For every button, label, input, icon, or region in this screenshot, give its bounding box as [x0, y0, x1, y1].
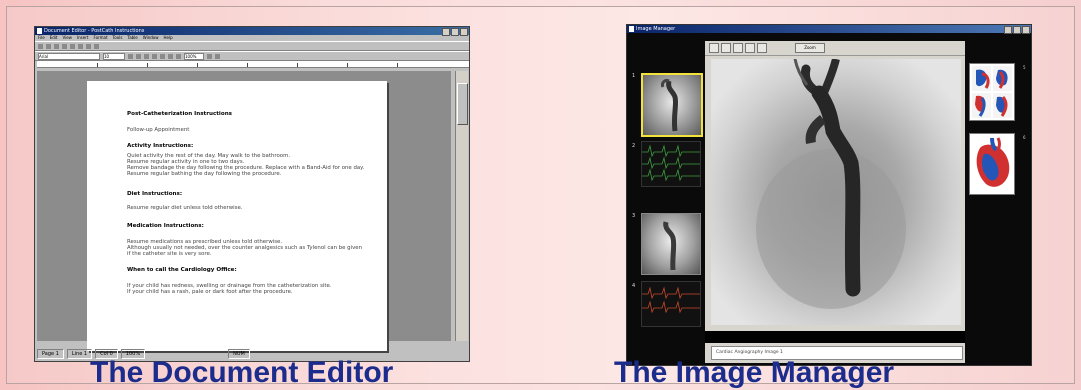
- menu-window[interactable]: Window: [143, 35, 159, 41]
- thumbnail-ecg[interactable]: [641, 141, 701, 187]
- close-button[interactable]: [1022, 26, 1030, 34]
- menu-help[interactable]: Help: [164, 35, 173, 41]
- format-toolbar: Arial 10 100%: [35, 51, 469, 61]
- thumb-number: 1: [632, 73, 636, 79]
- reference-number: 5: [1023, 65, 1026, 70]
- thumbnail-angiogram-selected[interactable]: [641, 73, 703, 137]
- image-manager-title: Image Manager: [636, 26, 676, 32]
- thumbnail-ecg[interactable]: [641, 281, 701, 327]
- image-manager-titlebar[interactable]: Image Manager: [627, 25, 1031, 34]
- doc-medication-heading: Medication Instructions:: [127, 223, 204, 229]
- app-icon: [629, 26, 634, 32]
- menu-edit[interactable]: Edit: [50, 35, 58, 41]
- doc-diet-line: Resume regular diet unless told otherwis…: [127, 205, 243, 211]
- zoom-select[interactable]: 100%: [184, 52, 204, 60]
- minimize-button[interactable]: [442, 28, 450, 36]
- menu-insert[interactable]: Insert: [77, 35, 88, 41]
- pointer-icon[interactable]: [709, 43, 719, 53]
- status-line: Line 1: [66, 349, 93, 359]
- rotate-icon[interactable]: [721, 43, 731, 53]
- doc-activity-line: Resume regular bathing the day following…: [127, 171, 282, 177]
- heart-diagram[interactable]: [969, 133, 1015, 195]
- document-area[interactable]: Post-Catheterization Instructions Follow…: [37, 71, 451, 351]
- minimize-button[interactable]: [1004, 26, 1012, 34]
- font-name-select[interactable]: Arial: [38, 52, 100, 60]
- invert-icon[interactable]: [745, 43, 755, 53]
- maximize-button[interactable]: [1013, 26, 1021, 34]
- doc-followup: Follow-up Appointment: [127, 127, 190, 133]
- align-center-icon[interactable]: [160, 53, 165, 59]
- doc-diet-heading: Diet Instructions:: [127, 191, 183, 197]
- ruler[interactable]: [37, 61, 469, 68]
- print-icon[interactable]: [62, 43, 67, 49]
- status-page: Page 1: [37, 349, 64, 359]
- document-page[interactable]: Post-Catheterization Instructions Follow…: [87, 81, 387, 351]
- menu-tools[interactable]: Tools: [113, 35, 123, 41]
- paste-icon[interactable]: [86, 43, 91, 49]
- undo-icon[interactable]: [94, 43, 99, 49]
- flip-icon[interactable]: [733, 43, 743, 53]
- thumbnail-column: 1 2 3 4: [627, 35, 703, 365]
- italic-icon[interactable]: [136, 53, 141, 59]
- bullets-icon[interactable]: [176, 53, 181, 59]
- thumb-number: 2: [632, 143, 636, 149]
- copy-icon[interactable]: [78, 43, 83, 49]
- new-icon[interactable]: [38, 43, 43, 49]
- scrollbar-thumb[interactable]: [457, 83, 468, 125]
- menu-table[interactable]: Table: [127, 35, 137, 41]
- image-viewer-pane: Zoom Cardiac Angiography Image 1: [705, 41, 965, 363]
- align-right-icon[interactable]: [168, 53, 173, 59]
- document-editor-window: Document Editor - PostCath Instructions …: [34, 26, 470, 362]
- angiogram-image[interactable]: [711, 58, 961, 325]
- doc-heading: Post-Catheterization Instructions: [127, 111, 233, 117]
- doc-when-heading: When to call the Cardiology Office:: [127, 267, 237, 273]
- thumb-number: 4: [632, 283, 636, 289]
- heart-diagram-grid[interactable]: [969, 63, 1015, 121]
- image-manager-window: Image Manager 1 2 3 4 Zoom Cardiac Angio…: [626, 24, 1032, 366]
- app-icon: [37, 28, 42, 34]
- align-left-icon[interactable]: [152, 53, 157, 59]
- menu-file[interactable]: File: [38, 35, 45, 41]
- menu-format[interactable]: Format: [93, 35, 107, 41]
- open-icon[interactable]: [46, 43, 51, 49]
- angiogram-image-art: [711, 58, 961, 325]
- doc-medication-line: if the catheter site is very sore.: [127, 251, 212, 257]
- cut-icon[interactable]: [70, 43, 75, 49]
- bold-icon[interactable]: [128, 53, 133, 59]
- outdent-icon[interactable]: [215, 53, 220, 59]
- menu-view[interactable]: View: [62, 35, 72, 41]
- underline-icon[interactable]: [144, 53, 149, 59]
- viewer-toolbar: Zoom: [705, 41, 965, 56]
- caption-image-manager: The Image Manager: [614, 356, 895, 389]
- viewer-strip: [705, 331, 965, 343]
- pen-icon[interactable]: [757, 43, 767, 53]
- close-button[interactable]: [460, 28, 468, 36]
- reference-number: 6: [1023, 135, 1026, 140]
- doc-activity-heading: Activity Instructions:: [127, 143, 194, 149]
- reference-image-column: [969, 63, 1019, 363]
- indent-icon[interactable]: [207, 53, 212, 59]
- doc-when-line: If your child has a rash, pale or dark f…: [127, 289, 293, 295]
- font-size-select[interactable]: 10: [103, 52, 125, 60]
- document-editor-title: Document Editor - PostCath Instructions: [44, 28, 145, 34]
- save-icon[interactable]: [54, 43, 59, 49]
- thumb-number: 3: [632, 213, 636, 219]
- caption-document-editor: The Document Editor: [90, 356, 394, 389]
- zoom-button[interactable]: Zoom: [795, 43, 825, 53]
- maximize-button[interactable]: [451, 28, 459, 36]
- vertical-scrollbar[interactable]: [455, 71, 468, 341]
- document-editor-titlebar[interactable]: Document Editor - PostCath Instructions: [35, 27, 469, 36]
- standard-toolbar: [35, 41, 469, 51]
- thumbnail-angiogram[interactable]: [641, 213, 701, 275]
